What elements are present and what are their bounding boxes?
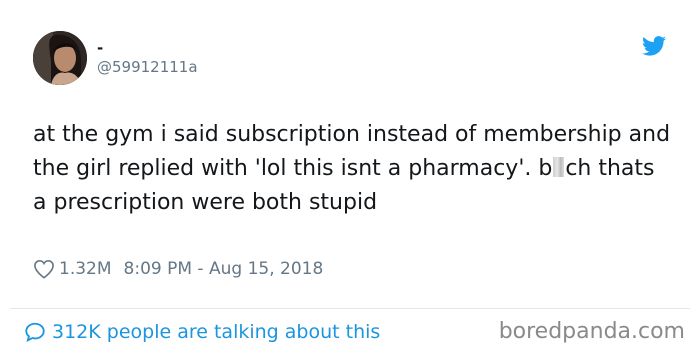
tweet-timestamp[interactable]: 8:09 PM - Aug 15, 2018 [124, 259, 324, 279]
speech-bubble-icon [25, 322, 45, 342]
user-handle[interactable]: @59912111a [97, 57, 198, 77]
divider [10, 308, 690, 309]
user-names: - @59912111a [97, 39, 198, 77]
like-count[interactable]: 1.32M [59, 259, 112, 279]
watermark: boredpanda.com [498, 319, 685, 344]
censor-blur [553, 157, 565, 177]
twitter-bird-icon[interactable] [642, 36, 666, 56]
conversation-link[interactable]: 312K people are talking about this [24, 318, 380, 346]
display-name[interactable]: - [97, 39, 198, 57]
tweet-header: - @59912111a [33, 28, 198, 88]
tweet-card: - @59912111a at the gym i said subscript… [0, 0, 700, 357]
avatar[interactable] [33, 31, 87, 85]
tweet-meta: 1.32M 8:09 PM - Aug 15, 2018 [33, 257, 323, 281]
conversation-text[interactable]: 312K people are talking about this [52, 321, 380, 343]
tweet-text: at the gym i said subscription instead o… [33, 118, 673, 220]
heart-icon[interactable] [33, 259, 55, 279]
